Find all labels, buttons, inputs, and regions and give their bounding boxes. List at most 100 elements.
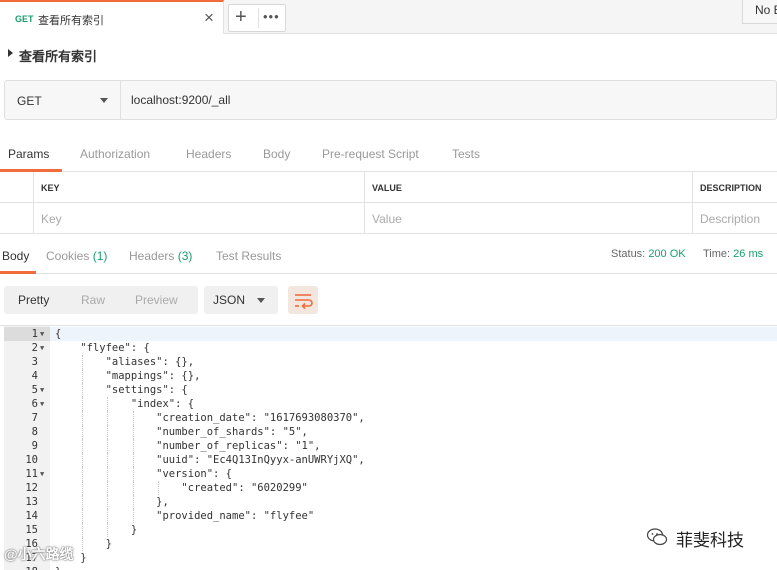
code-text: "number_of_replicas": "1",	[55, 440, 321, 452]
code-text: "index": {	[55, 398, 195, 410]
fold-toggle-icon[interactable]: ▼	[40, 467, 44, 481]
line-number: 9	[31, 440, 38, 452]
active-tab-indicator	[0, 271, 36, 274]
tab-params[interactable]: Params	[8, 147, 49, 161]
code-line: 7 "creation_date": "1617693080370",	[0, 411, 777, 425]
language-label: JSON	[213, 293, 246, 307]
wrap-lines-button[interactable]	[288, 286, 318, 314]
line-number: 14	[25, 510, 38, 522]
description-placeholder: Description	[700, 212, 761, 226]
tab-method-badge: GET	[15, 14, 34, 24]
raw-button[interactable]: Raw	[81, 293, 105, 307]
method-label: GET	[17, 94, 42, 108]
line-number: 13	[25, 496, 38, 508]
code-line: 17 }	[0, 551, 777, 565]
line-number: 2	[31, 342, 38, 354]
column-description: DESCRIPTION	[692, 172, 777, 203]
tab-cookies[interactable]: Cookies (1)	[46, 249, 107, 263]
code-text: "provided_name": "flyfee"	[55, 510, 315, 522]
tab-bar: GET 查看所有索引 × + ••• No E	[0, 0, 777, 34]
key-input[interactable]: Key	[33, 203, 364, 234]
request-title-row: 查看所有索引	[0, 34, 777, 74]
tab-test-results[interactable]: Test Results	[216, 249, 281, 263]
code-text: "uuid": "Ec4Q13InQyyx-anUWRYjXQ",	[55, 454, 365, 466]
tab-response-headers[interactable]: Headers (3)	[129, 249, 192, 263]
method-select[interactable]: GET	[5, 81, 121, 119]
url-input[interactable]: localhost:9200/_all	[131, 93, 230, 107]
url-bar: GET localhost:9200/_all	[4, 80, 777, 120]
code-line: 10 "uuid": "Ec4Q13InQyyx-anUWRYjXQ",	[0, 453, 777, 467]
line-number: 10	[25, 454, 38, 466]
code-line: 6 ▼ "index": {	[0, 397, 777, 411]
code-text: "created": "6020299"	[55, 482, 308, 494]
environment-select[interactable]: No E	[742, 0, 777, 24]
time-label: Time:	[703, 248, 731, 260]
response-tabs: Body Cookies (1) Headers (3) Test Result…	[0, 236, 777, 274]
line-number: 11	[25, 468, 38, 480]
tab-body[interactable]: Body	[263, 147, 290, 161]
code-text: "mappings": {},	[55, 370, 201, 382]
params-table: KEY VALUE DESCRIPTION Key Value Descript…	[0, 172, 777, 234]
line-number: 7	[31, 412, 38, 424]
tab-label: Test Results	[216, 249, 282, 263]
code-text: "version": {	[55, 468, 233, 480]
status-value: 200 OK	[648, 248, 686, 260]
caret-right-icon[interactable]	[8, 49, 13, 57]
description-input[interactable]: Description	[692, 203, 777, 234]
request-tabs: Params Authorization Headers Body Pre-re…	[0, 140, 777, 172]
pretty-button[interactable]: Pretty	[18, 293, 49, 307]
tab-headers[interactable]: Headers	[186, 147, 231, 161]
code-line: 12 "created": "6020299"	[0, 481, 777, 495]
code-line: 13 },	[0, 495, 777, 509]
fold-toggle-icon[interactable]: ▼	[40, 341, 44, 355]
line-number: 4	[31, 370, 38, 382]
code-line: 9 "number_of_replicas": "1",	[0, 439, 777, 453]
watermark-text: 菲斐科技	[676, 531, 744, 550]
language-select[interactable]: JSON	[204, 286, 278, 314]
code-line: 2 ▼ "flyfee": {	[0, 341, 777, 355]
column-header: VALUE	[372, 183, 402, 193]
tab-response-body[interactable]: Body	[2, 249, 29, 263]
time-value: 26 ms	[733, 248, 764, 260]
line-number: 8	[31, 426, 38, 438]
code-text: "flyfee": {	[55, 342, 150, 354]
code-text: "settings": {	[55, 384, 188, 396]
tab-authorization[interactable]: Authorization	[80, 147, 150, 161]
tab-tests[interactable]: Tests	[452, 147, 480, 161]
column-key: KEY	[33, 172, 364, 203]
request-title[interactable]: 查看所有索引	[19, 46, 97, 65]
code-text: }	[55, 565, 61, 570]
new-tab-group: + •••	[228, 4, 286, 32]
code-text: "creation_date": "1617693080370",	[55, 412, 365, 424]
wrap-icon	[295, 294, 313, 310]
add-tab-icon[interactable]: +	[235, 6, 247, 29]
code-text: "number_of_shards": "5",	[55, 426, 308, 438]
tab-title: 查看所有索引	[38, 15, 104, 27]
code-line: 14 "provided_name": "flyfee"	[0, 509, 777, 523]
watermark-left: @小六路缆	[4, 546, 74, 562]
request-tab[interactable]: GET 查看所有索引 ×	[0, 0, 224, 34]
tab-pre-request-script[interactable]: Pre-request Script	[322, 147, 419, 161]
column-value: VALUE	[364, 172, 692, 203]
column-header: DESCRIPTION	[700, 183, 762, 193]
chevron-down-icon	[257, 298, 265, 303]
code-text: {	[55, 328, 62, 340]
value-input[interactable]: Value	[364, 203, 692, 234]
key-placeholder: Key	[41, 212, 62, 226]
close-icon[interactable]: ×	[204, 8, 214, 28]
line-number: 15	[25, 524, 38, 536]
code-line: 8 "number_of_shards": "5",	[0, 425, 777, 439]
table-row: Key Value Description	[0, 203, 777, 234]
fold-toggle-icon[interactable]: ▼	[40, 383, 44, 397]
fold-toggle-icon[interactable]: ▼	[40, 397, 44, 411]
line-number: 5	[31, 384, 38, 396]
count-badge: (3)	[177, 249, 193, 263]
preview-button[interactable]: Preview	[135, 293, 178, 307]
more-icon[interactable]: •••	[263, 9, 280, 24]
code-line: 1 ▼ {	[0, 327, 777, 341]
code-line: 3 "aliases": {},	[0, 355, 777, 369]
fold-toggle-icon[interactable]: ▼	[40, 327, 44, 341]
code-line: 4 "mappings": {},	[0, 369, 777, 383]
line-number: 12	[25, 482, 38, 494]
status-label: Status:	[611, 248, 646, 260]
